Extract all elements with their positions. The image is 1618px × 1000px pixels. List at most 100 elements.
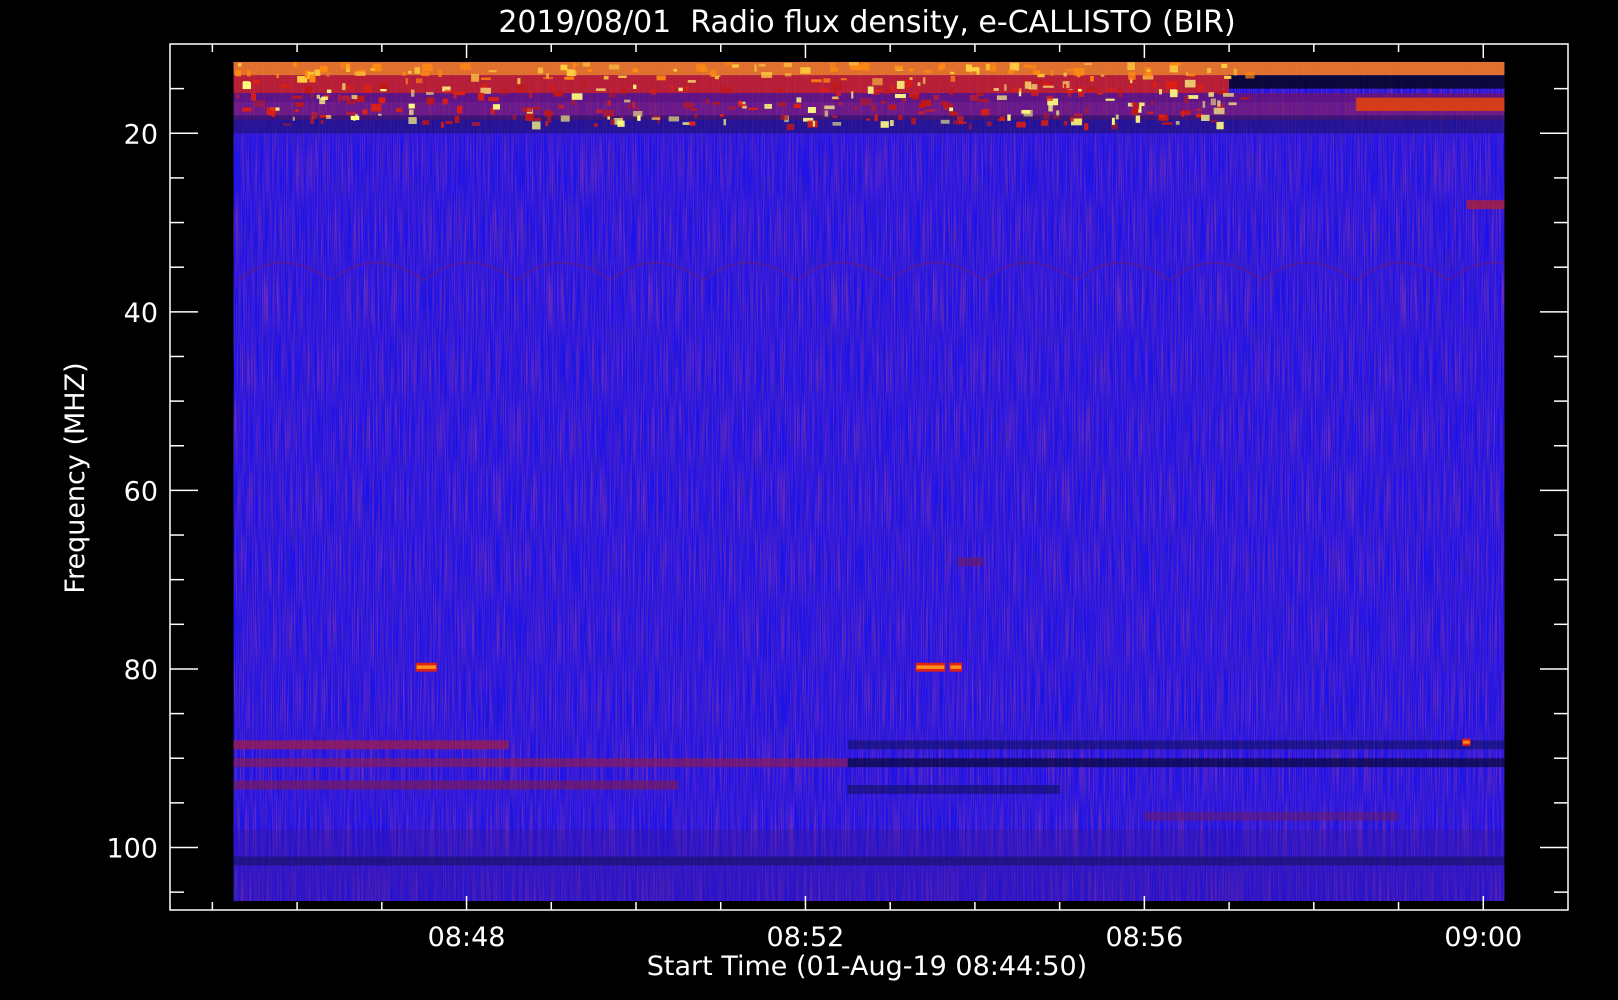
interference-speckle: [1206, 68, 1212, 74]
interference-speckle: [1084, 62, 1092, 66]
interference-speckle: [986, 121, 992, 127]
interference-speckle: [925, 109, 936, 112]
interference-speckle: [911, 95, 919, 100]
interference-speckle: [1195, 108, 1203, 112]
interference-speckle: [673, 68, 677, 72]
interference-speckle: [840, 78, 847, 81]
interference-speckle: [1007, 114, 1011, 121]
interference-speckle: [949, 111, 958, 116]
y-tick-label: 20: [124, 119, 158, 150]
interference-speckle: [1078, 91, 1085, 97]
interference-speckle: [1216, 121, 1224, 130]
interference-speckle: [543, 76, 554, 80]
interference-speckle: [1233, 68, 1238, 76]
interference-speckle: [860, 98, 872, 106]
interference-speckle: [471, 121, 481, 126]
interference-speckle: [1034, 80, 1044, 85]
interference-speckle: [992, 65, 997, 72]
interference-speckle: [854, 105, 857, 111]
interference-speckle: [917, 111, 925, 115]
interference-speckle: [402, 71, 406, 76]
interference-speckle: [838, 102, 842, 106]
interference-speckle: [587, 69, 593, 72]
interference-speckle: [522, 107, 533, 112]
interference-speckle: [1048, 104, 1053, 112]
interference-speckle: [1009, 62, 1020, 71]
interference-speckle: [848, 62, 859, 66]
y-tick-labels: 20 40 60 80 100: [106, 119, 158, 864]
interference-speckle: [1152, 82, 1157, 88]
interference-speckle: [534, 117, 541, 121]
interference-speckle: [1169, 62, 1181, 66]
interference-speckle: [922, 77, 926, 84]
interference-speckle: [894, 93, 906, 99]
interference-speckle: [1115, 114, 1119, 120]
interference-speckle: [1146, 69, 1151, 72]
interference-speckle: [784, 73, 792, 77]
interference-speckle: [254, 100, 265, 107]
interference-speckle: [867, 86, 874, 94]
interference-speckle: [560, 115, 570, 122]
interference-speckle: [422, 120, 430, 125]
interference-speckle: [295, 102, 304, 107]
interference-speckle: [1023, 64, 1032, 68]
emission-band: [233, 740, 509, 750]
interference-speckle: [719, 114, 724, 117]
interference-speckle: [617, 120, 625, 127]
interference-speckle: [1046, 95, 1053, 101]
interference-speckle: [488, 70, 497, 73]
interference-speckle: [341, 95, 351, 101]
interference-speckle: [281, 84, 290, 88]
interference-speckle: [372, 103, 376, 111]
interference-speckle: [378, 113, 382, 116]
interference-speckle: [706, 98, 709, 105]
interference-speckle: [823, 78, 831, 83]
interference-speckle: [1202, 101, 1206, 108]
interference-speckle: [1070, 116, 1074, 122]
interference-speckle: [632, 101, 635, 109]
interference-speckle: [933, 95, 939, 101]
interference-speckle: [832, 96, 839, 99]
interference-speckle: [564, 81, 568, 84]
interference-speckle: [891, 84, 894, 92]
emission-band: [1356, 97, 1505, 111]
interference-speckle: [1041, 120, 1049, 126]
interference-speckle: [530, 107, 541, 110]
interference-speckle: [620, 86, 627, 95]
x-axis-label: Start Time (01-Aug-19 08:44:50): [647, 951, 1087, 982]
interference-speckle: [1127, 62, 1135, 71]
interference-speckle: [525, 113, 534, 121]
interference-speckle: [723, 119, 727, 126]
interference-speckle: [1224, 75, 1232, 79]
interference-speckle: [689, 108, 698, 111]
interference-speckle: [1175, 120, 1180, 125]
y-axis-label: Frequency (MHZ): [60, 362, 91, 593]
interference-speckle: [986, 64, 990, 70]
interference-speckle: [949, 107, 954, 112]
emission-band: [1466, 200, 1505, 210]
interference-speckle: [362, 109, 368, 115]
interference-speckle: [553, 90, 564, 97]
interference-speckle: [758, 63, 766, 67]
interference-speckle: [1011, 87, 1021, 92]
interference-speckle: [529, 91, 533, 99]
interference-speckle: [1228, 102, 1237, 106]
interference-speckle: [880, 121, 889, 128]
interference-speckle: [807, 120, 818, 128]
interference-speckle: [564, 76, 574, 80]
interference-speckle: [276, 73, 279, 79]
interference-speckle: [1221, 63, 1228, 69]
interference-speckle: [610, 119, 615, 125]
radio-burst-core: [416, 665, 436, 669]
interference-speckle: [636, 106, 639, 110]
interference-speckle: [943, 103, 953, 108]
interference-speckle: [572, 63, 579, 67]
interference-speckle: [596, 88, 606, 92]
interference-speckle: [976, 67, 980, 75]
interference-speckle: [378, 82, 388, 89]
interference-speckle: [544, 109, 552, 117]
interference-speckle: [1016, 121, 1026, 128]
interference-speckle: [603, 75, 609, 80]
interference-speckle: [1217, 100, 1221, 107]
interference-speckle: [650, 89, 657, 95]
